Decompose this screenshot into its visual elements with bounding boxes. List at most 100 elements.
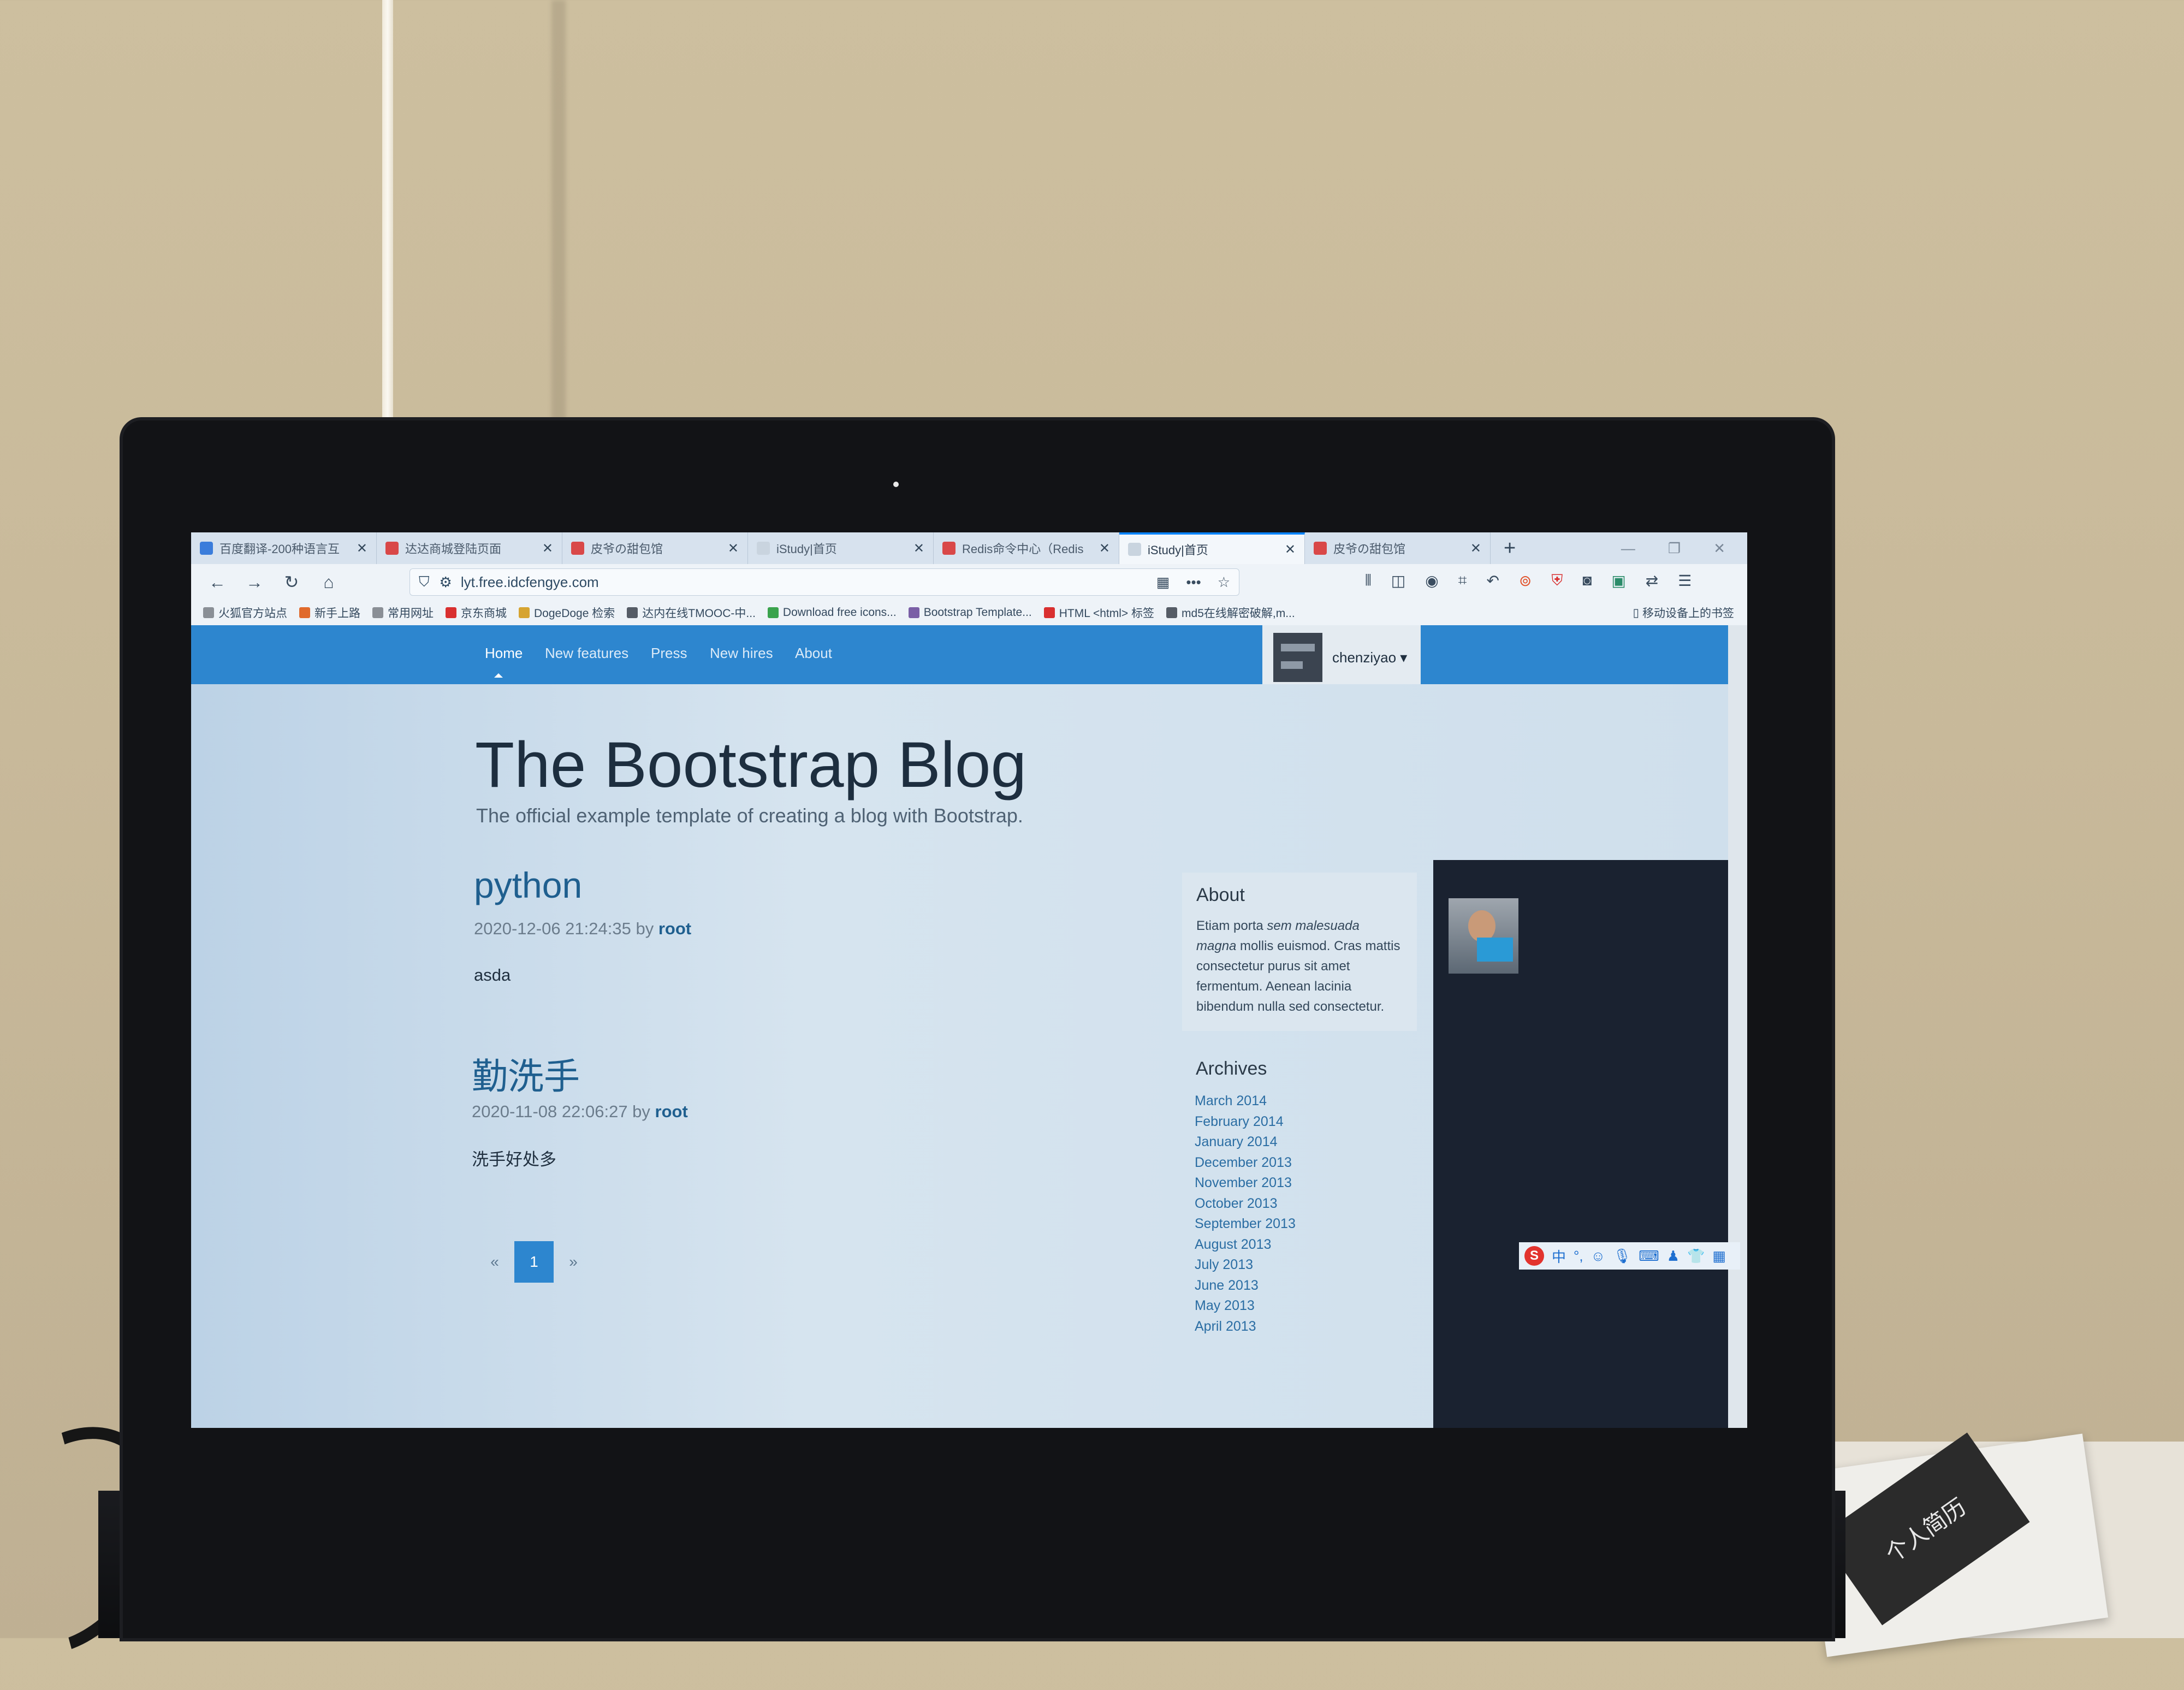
bookmark-label: 常用网址: [388, 607, 434, 620]
post-title[interactable]: python: [474, 864, 582, 906]
new-tab-button[interactable]: +: [1491, 537, 1529, 560]
bookmark-item[interactable]: Download free icons...: [767, 606, 897, 619]
archive-link[interactable]: December 2013: [1195, 1153, 1296, 1173]
user-menu[interactable]: chenziyao ▾: [1262, 625, 1421, 690]
pagination-prev[interactable]: «: [475, 1241, 514, 1283]
pagination-page[interactable]: 1: [514, 1241, 554, 1283]
undo-icon[interactable]: ↶: [1486, 572, 1499, 590]
keyboard-icon[interactable]: ⌨: [1639, 1248, 1659, 1265]
screenshot-icon[interactable]: ⌗: [1458, 572, 1467, 590]
close-window-icon[interactable]: ✕: [1713, 540, 1725, 557]
archive-link[interactable]: June 2013: [1195, 1276, 1296, 1296]
archive-link[interactable]: May 2013: [1195, 1296, 1296, 1317]
bookmark-item[interactable]: 常用网址: [372, 604, 434, 621]
blog-description: The official example template of creatin…: [476, 804, 1023, 827]
library-icon[interactable]: ⫴: [1365, 572, 1372, 590]
archive-link[interactable]: April 2013: [1195, 1317, 1296, 1337]
tab-close-icon[interactable]: ✕: [357, 541, 367, 556]
post-title[interactable]: 勤洗手: [472, 1047, 580, 1100]
restore-icon[interactable]: ❐: [1668, 540, 1681, 557]
sidebar-icon[interactable]: ◫: [1391, 572, 1405, 590]
page-info-icon[interactable]: ⚙: [440, 574, 452, 591]
bookmark-label: 新手上路: [314, 607, 360, 620]
video-call-window: [1433, 860, 1728, 1428]
bookmark-label: Bootstrap Template...: [923, 606, 1032, 619]
skin-icon[interactable]: 👕: [1687, 1248, 1705, 1265]
nav-press[interactable]: Press: [651, 645, 687, 662]
sync-icon[interactable]: ⇄: [1646, 572, 1658, 590]
nav-new-hires[interactable]: New hires: [710, 645, 773, 662]
page-actions-icon[interactable]: •••: [1186, 574, 1201, 591]
browser-tab[interactable]: 百度翻译-200种语言互 ✕: [191, 532, 377, 564]
reload-icon[interactable]: ↻: [281, 572, 302, 592]
bookmark-item[interactable]: md5在线解密破解,m...: [1166, 604, 1295, 621]
url-text[interactable]: lyt.free.idcfengye.com: [461, 574, 1156, 591]
archive-link[interactable]: March 2014: [1195, 1091, 1296, 1112]
archive-link[interactable]: August 2013: [1195, 1235, 1296, 1255]
adblock-icon[interactable]: ⛨: [1551, 572, 1563, 590]
tab-close-icon[interactable]: ✕: [1099, 541, 1110, 556]
translate-icon[interactable]: ▣: [1611, 572, 1625, 590]
home-icon[interactable]: ⌂: [318, 572, 340, 592]
tab-close-icon[interactable]: ✕: [542, 541, 553, 556]
archive-link[interactable]: July 2013: [1195, 1255, 1296, 1276]
archive-link[interactable]: January 2014: [1195, 1132, 1296, 1153]
tab-close-icon[interactable]: ✕: [728, 541, 739, 556]
post-body: 洗手好处多: [472, 1150, 556, 1169]
user-icon[interactable]: ♟: [1667, 1248, 1679, 1265]
pagination: « 1 »: [475, 1241, 593, 1283]
post-author[interactable]: root: [655, 1102, 688, 1121]
bookmark-item[interactable]: 达内在线TMOOC-中...: [627, 604, 756, 621]
punctuation-icon[interactable]: °,: [1574, 1248, 1583, 1265]
sogou-logo-icon[interactable]: S: [1524, 1246, 1544, 1266]
menu-icon[interactable]: ☰: [1678, 572, 1692, 590]
bookmark-item[interactable]: 京东商城: [446, 604, 507, 621]
address-bar[interactable]: ⛉ ⚙ lyt.free.idcfengye.com ▦ ••• ☆: [410, 568, 1239, 596]
archive-link[interactable]: October 2013: [1195, 1194, 1296, 1214]
mobile-bookmarks-label: 移动设备上的书签: [1642, 607, 1734, 620]
ime-mode[interactable]: 中: [1552, 1246, 1566, 1266]
grid-icon[interactable]: ▦: [1712, 1248, 1726, 1265]
nav-new-features[interactable]: New features: [545, 645, 628, 662]
bookmark-label: 达内在线TMOOC-中...: [642, 607, 756, 620]
archive-link[interactable]: February 2014: [1195, 1112, 1296, 1132]
page-scrollbar[interactable]: [1728, 625, 1747, 1428]
browser-tab[interactable]: Redis命令中心（Redis ✕: [934, 532, 1119, 564]
mask-icon[interactable]: ◙: [1582, 572, 1592, 590]
bookmark-item[interactable]: Bootstrap Template...: [908, 606, 1032, 619]
shield-icon[interactable]: ⛉: [419, 573, 430, 591]
pagination-next[interactable]: »: [554, 1241, 593, 1283]
laptop-screen: 百度翻译-200种语言互 ✕ 达达商城登陆页面 ✕ 皮爷の甜包馆 ✕ iStudy|首页 ✕ R…: [191, 532, 1747, 1428]
tab-close-icon[interactable]: ✕: [913, 541, 924, 556]
qr-code-icon[interactable]: ▦: [1156, 574, 1170, 591]
extension-icon[interactable]: ⊚: [1519, 572, 1532, 590]
tab-close-icon[interactable]: ✕: [1285, 542, 1296, 558]
bookmark-item[interactable]: 火狐官方站点: [203, 604, 287, 621]
emoji-icon[interactable]: ☺: [1591, 1248, 1606, 1265]
video-thumbnail[interactable]: [1449, 898, 1518, 974]
browser-tab[interactable]: 达达商城登陆页面 ✕: [377, 532, 562, 564]
minimize-icon[interactable]: —: [1621, 540, 1635, 557]
tab-close-icon[interactable]: ✕: [1470, 541, 1481, 556]
bookmark-label: 火狐官方站点: [218, 607, 287, 620]
favicon-icon: [1128, 543, 1141, 556]
bookmark-item[interactable]: 新手上路: [299, 604, 360, 621]
back-icon[interactable]: ←: [206, 572, 228, 592]
browser-tab[interactable]: iStudy|首页 ✕: [748, 532, 934, 564]
browser-tab[interactable]: iStudy|首页 ✕: [1119, 532, 1305, 564]
nav-home[interactable]: Home: [485, 645, 523, 662]
archive-link[interactable]: September 2013: [1195, 1214, 1296, 1235]
forward-icon[interactable]: →: [244, 572, 265, 592]
bookmark-item[interactable]: DogeDoge 检索: [519, 604, 615, 621]
browser-tab[interactable]: 皮爷の甜包馆 ✕: [562, 532, 748, 564]
bookmark-item[interactable]: HTML <html> 标签: [1043, 604, 1154, 621]
account-icon[interactable]: ◉: [1425, 572, 1438, 590]
bookmark-favicon-icon: [299, 607, 310, 618]
post-author[interactable]: root: [658, 919, 691, 938]
archive-link[interactable]: November 2013: [1195, 1173, 1296, 1194]
mobile-bookmarks[interactable]: ▯ 移动设备上的书签: [1633, 604, 1734, 621]
microphone-icon[interactable]: 🎙: [1613, 1248, 1631, 1265]
browser-tab[interactable]: 皮爷の甜包馆 ✕: [1305, 532, 1491, 564]
nav-about[interactable]: About: [795, 645, 832, 662]
bookmark-star-icon[interactable]: ☆: [1218, 574, 1230, 591]
